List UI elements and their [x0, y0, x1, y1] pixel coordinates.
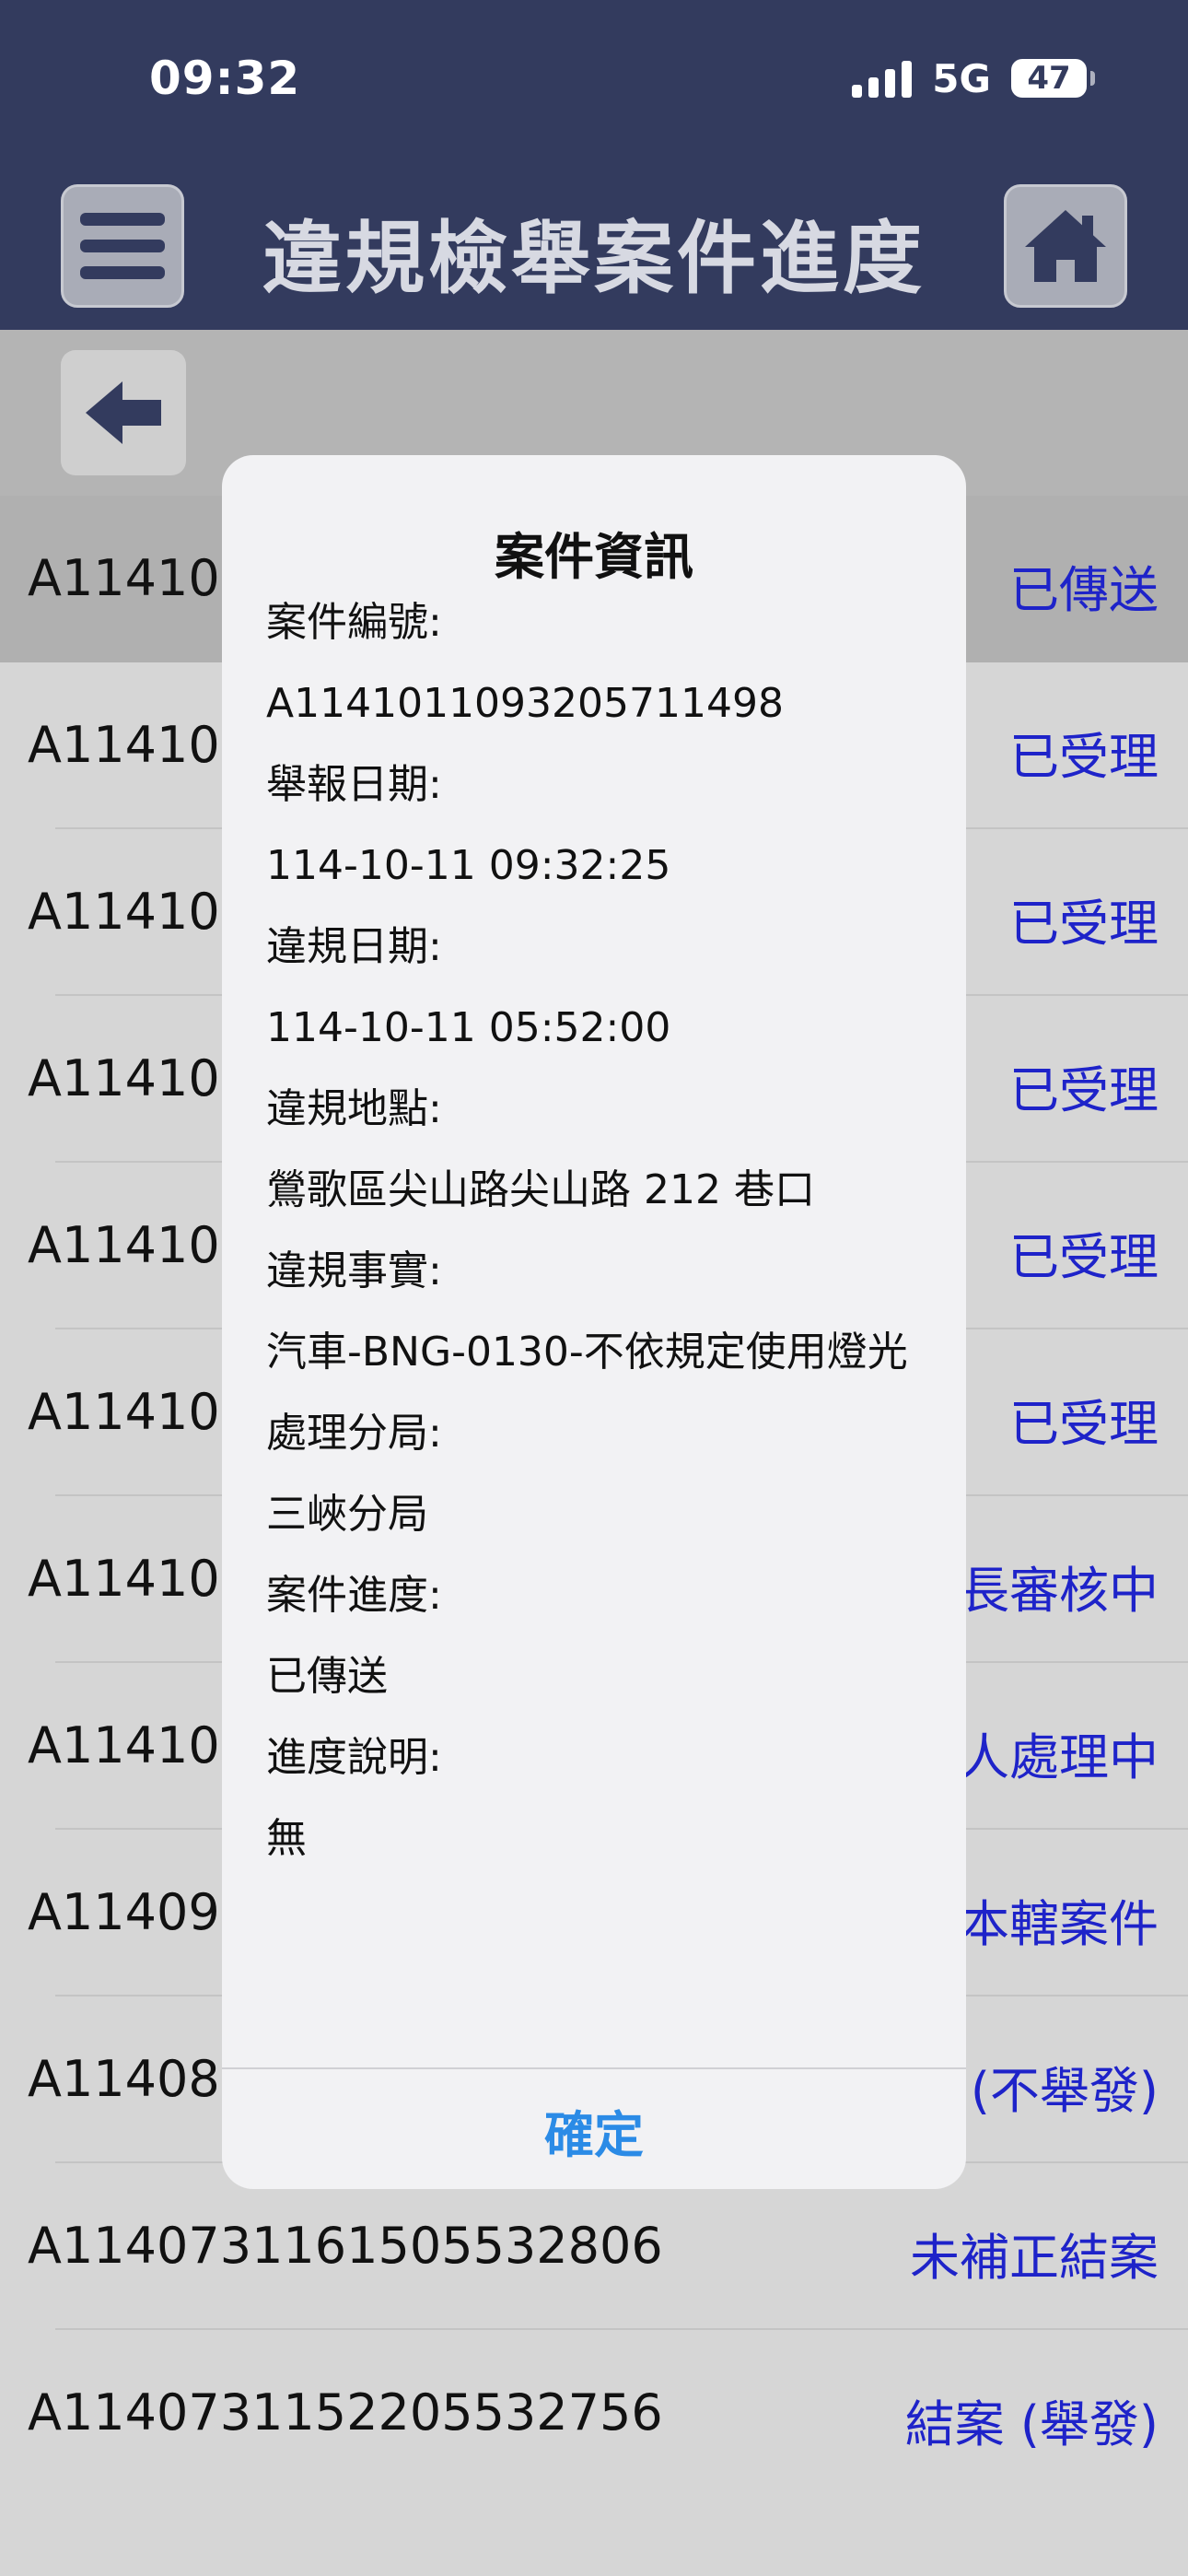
case-status: (不舉發)	[970, 2062, 1159, 2120]
case-id: A114101	[28, 716, 252, 774]
home-icon	[1025, 210, 1106, 282]
network-type: 5G	[932, 55, 991, 101]
case-status: 已受理	[1009, 1061, 1159, 1119]
violation-date-value: 114-10-11 05:52:00	[266, 1004, 671, 1051]
case-id: A114101	[28, 549, 252, 607]
progress-note-value: 無	[266, 1815, 307, 1862]
case-id: A114101	[28, 1383, 252, 1441]
case-id: A11409	[28, 1883, 220, 1941]
case-info-dialog: 案件資訊 案件編號: A1141011093205711498 舉報日期: 11…	[222, 455, 966, 2189]
top-bar: 09:32 5G 47 違規檢舉案件進度	[0, 0, 1188, 330]
case-id: A114101	[28, 883, 252, 941]
page-title: 違規檢舉案件進度	[262, 213, 926, 305]
violation-fact-value: 汽車-BNG-0130-不依規定使用燈光	[266, 1329, 908, 1376]
violation-fact-label: 違規事實:	[266, 1247, 442, 1294]
case-id: A114101	[28, 1049, 252, 1107]
progress-note-label: 進度說明:	[266, 1734, 442, 1781]
branch-value: 三峽分局	[266, 1491, 428, 1538]
case-status: 本轄案件	[960, 1895, 1159, 1953]
cellular-signal-icon	[852, 59, 913, 98]
dialog-divider	[222, 2067, 966, 2069]
violation-date-label: 違規日期:	[266, 923, 442, 970]
location-value: 鶯歌區尖山路尖山路 212 巷口	[266, 1166, 815, 1213]
case-status: 已受理	[1009, 728, 1159, 786]
case-id: A1140731152205532756	[28, 2383, 663, 2441]
back-button[interactable]	[61, 350, 186, 475]
case-status: 長審核中	[960, 1562, 1159, 1620]
dialog-body: 案件編號: A1141011093205711498 舉報日期: 114-10-…	[266, 582, 929, 1879]
report-date-value: 114-10-11 09:32:25	[266, 842, 671, 889]
list-footer-space	[0, 2497, 1188, 2576]
case-status: 結案 (舉發)	[904, 2395, 1159, 2453]
case-status: 已傳送	[1009, 561, 1159, 619]
case-id: A114100	[28, 1716, 252, 1774]
menu-button[interactable]	[61, 184, 184, 308]
dialog-title: 案件資訊	[495, 528, 693, 586]
location-label: 違規地點:	[266, 1085, 442, 1132]
case-status: 未補正結案	[910, 2229, 1159, 2287]
case-status: 已受理	[1009, 895, 1159, 953]
progress-value: 已傳送	[266, 1653, 388, 1700]
case-number-label: 案件編號:	[266, 599, 442, 646]
branch-label: 處理分局:	[266, 1410, 442, 1457]
status-indicators: 5G 47	[852, 55, 1095, 101]
hamburger-icon	[80, 213, 165, 279]
case-id: A1140731161505532806	[28, 2217, 663, 2275]
case-number-value: A1141011093205711498	[266, 680, 784, 727]
case-status: 已受理	[1009, 1395, 1159, 1453]
status-time: 09:32	[149, 52, 301, 105]
report-date-label: 舉報日期:	[266, 761, 442, 808]
battery-icon: 47	[1011, 59, 1095, 98]
back-arrow-icon	[86, 381, 161, 444]
progress-label: 案件進度:	[266, 1572, 442, 1619]
home-button[interactable]	[1004, 184, 1127, 308]
case-id: A114100	[28, 1550, 252, 1608]
confirm-button[interactable]: 確定	[222, 2071, 966, 2189]
case-status: 人處理中	[960, 1728, 1159, 1786]
battery-level: 47	[1027, 60, 1071, 97]
case-id: A114101	[28, 1216, 252, 1274]
case-status: 已受理	[1009, 1228, 1159, 1286]
case-id: A11408	[28, 2050, 220, 2108]
case-row[interactable]: A1140731152205532756 結案 (舉發)	[0, 2330, 1188, 2497]
